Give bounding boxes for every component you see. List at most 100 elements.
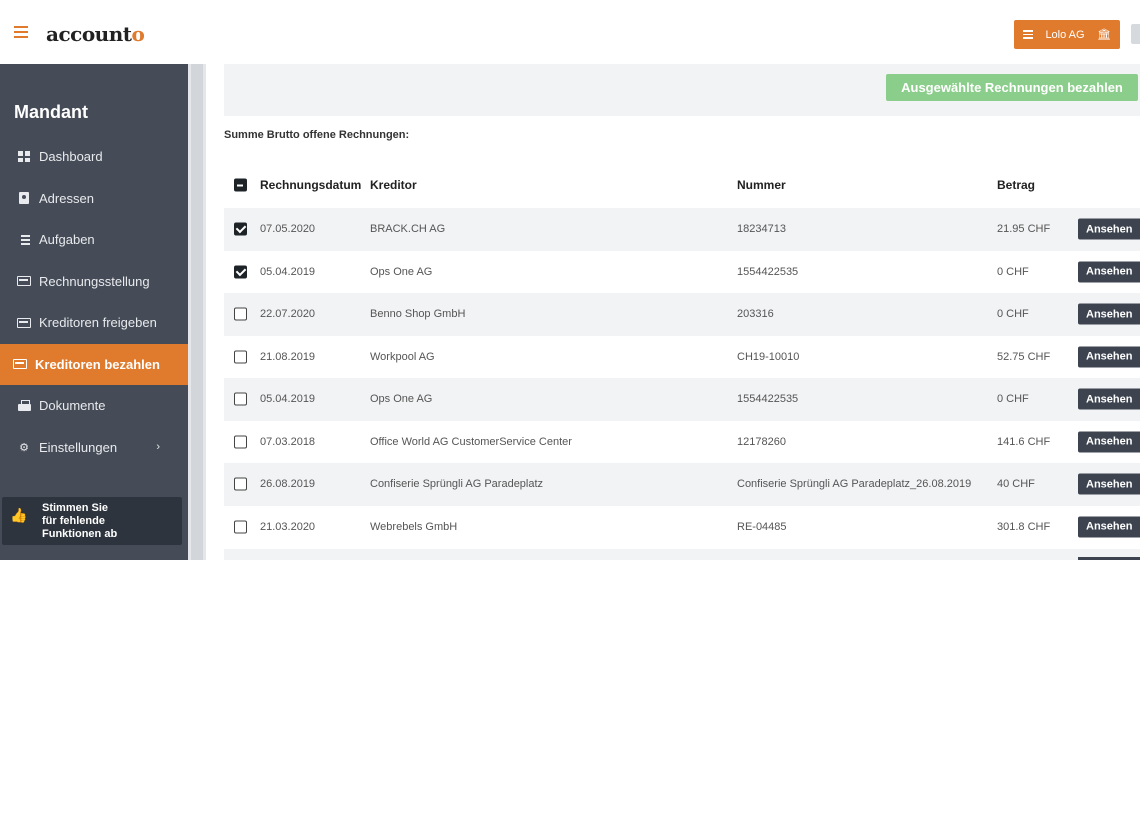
column-header-number[interactable]: Nummer <box>737 178 786 192</box>
app-logo[interactable]: accounto <box>46 22 145 46</box>
printer-icon <box>17 400 31 412</box>
invoice-date: 07.05.2020 <box>260 223 316 236</box>
creditor-name: Ops One AG <box>370 393 433 406</box>
invoice-icon <box>13 358 27 370</box>
sidebar-nav: Dashboard Adressen Aufgaben Rechnungsste… <box>0 136 188 468</box>
creditor-name: Benno Shop GmbH <box>370 308 466 321</box>
sidebar-item-label: Einstellungen <box>39 439 118 455</box>
sidebar-item-label: Rechnungsstellung <box>39 273 150 289</box>
table-row: 21.08.2019 Workpool AG CH19-10010 52.75 CHF… <box>224 336 1140 379</box>
view-button[interactable]: Ansehen <box>1078 303 1140 325</box>
invoice-date: 26.08.2019 <box>260 478 316 491</box>
view-button[interactable]: Ansehen <box>1078 516 1140 538</box>
gear-icon: ⚙ <box>19 441 29 454</box>
view-button[interactable]: Ansehen <box>1078 388 1140 410</box>
column-header-amount[interactable]: Betrag <box>997 178 1035 192</box>
invoice-date: 21.03.2020 <box>260 520 316 533</box>
sidebar-item-adressen[interactable]: Adressen <box>0 178 188 220</box>
sidebar-item-label: Aufgaben <box>39 232 95 248</box>
invoices-table: Rechnungsdatum Kreditor Nummer Betrag 07… <box>224 162 1140 548</box>
view-button-wrap: Ansehen <box>1078 473 1140 495</box>
invoice-amount: 141.6 CHF <box>997 435 1051 448</box>
view-button-wrap: Ansehen <box>1078 346 1140 368</box>
sidebar-item-label: Kreditoren bezahlen <box>35 356 160 372</box>
hamburger-menu-icon[interactable] <box>14 26 28 38</box>
view-button[interactable]: Ansehen <box>1078 473 1140 495</box>
pay-selected-invoices-button[interactable]: Ausgewählte Rechnungen bezahlen <box>886 74 1138 101</box>
invoice-number: 1554422535 <box>737 393 799 406</box>
table-row: 07.03.2018 Office World AG CustomerServic… <box>224 421 1140 464</box>
invoice-icon <box>17 317 31 329</box>
sidebar-title: Mandant <box>14 102 88 122</box>
creditor-name: Ops One AG <box>370 265 433 278</box>
creditor-name: BRACK.CH AG <box>370 223 446 236</box>
header-edge-button[interactable] <box>1131 24 1140 44</box>
row-checkbox[interactable] <box>234 392 247 406</box>
invoice-amount: 0 CHF <box>997 265 1029 278</box>
sidebar-scrollbar-thumb[interactable] <box>191 64 203 560</box>
column-header-creditor[interactable]: Kreditor <box>370 178 417 192</box>
creditor-name: Workpool AG <box>370 350 435 363</box>
chevron-right-icon: › <box>156 440 160 453</box>
table-row-partial <box>224 549 1140 560</box>
tenant-switcher-button[interactable]: Lolo AG 🏛 <box>1014 20 1120 49</box>
view-button-wrap: Ansehen <box>1078 218 1140 240</box>
invoice-number: 203316 <box>737 308 774 321</box>
row-checkbox[interactable] <box>234 435 247 449</box>
vote-text-line: für fehlende <box>42 515 105 527</box>
view-button[interactable]: Ansehen <box>1078 261 1140 283</box>
table-row: 07.05.2020 BRACK.CH AG 18234713 21.95 CHF An… <box>224 208 1140 251</box>
sidebar-item-kreditoren-bezahlen[interactable]: Kreditoren bezahlen <box>0 343 188 385</box>
row-checkbox[interactable] <box>234 520 247 534</box>
feature-vote-button[interactable]: 👍 Stimmen Sie für fehlende Funktionen ab <box>2 497 182 545</box>
view-button[interactable]: Ansehen <box>1078 218 1140 240</box>
view-button[interactable]: Ansehen <box>1078 346 1140 368</box>
tenant-label: Lolo AG <box>1045 28 1085 41</box>
creditor-name: Webrebels GmbH <box>370 520 458 533</box>
table-row: 05.04.2019 Ops One AG 1554422535 0 CHF Anseh… <box>224 378 1140 421</box>
row-checkbox[interactable] <box>234 477 247 491</box>
sidebar-item-rechnungsstellung[interactable]: Rechnungsstellung <box>0 261 188 303</box>
row-checkbox[interactable] <box>234 307 247 321</box>
sidebar-item-einstellungen[interactable]: ⚙ Einstellungen › <box>0 427 188 469</box>
sidebar-item-kreditoren-freigeben[interactable]: Kreditoren freigeben <box>0 302 188 344</box>
list-icon <box>1023 30 1033 39</box>
invoice-date: 05.04.2019 <box>260 265 316 278</box>
invoice-amount: 301.8 CHF <box>997 520 1051 533</box>
vote-text-line: Funktionen ab <box>42 528 118 540</box>
sidebar-item-dashboard[interactable]: Dashboard <box>0 136 188 178</box>
sidebar-item-label: Dashboard <box>39 149 103 165</box>
sidebar-item-label: Dokumente <box>39 398 106 414</box>
invoice-date: 07.03.2018 <box>260 435 316 448</box>
invoice-number: Confiserie Sprüngli AG Paradeplatz_26.08… <box>737 478 972 491</box>
column-header-date[interactable]: Rechnungsdatum <box>260 178 361 192</box>
invoice-number: RE-04485 <box>737 520 787 533</box>
invoice-number: 1554422535 <box>737 265 799 278</box>
invoice-amount: 40 CHF <box>997 478 1035 491</box>
address-book-icon <box>17 192 31 205</box>
vote-text-line: Stimmen Sie <box>42 502 109 514</box>
invoice-date: 05.04.2019 <box>260 393 316 406</box>
thumbs-up-icon: 👍 <box>10 507 28 523</box>
sidebar-item-aufgaben[interactable]: Aufgaben <box>0 219 188 261</box>
table-body: 07.05.2020 BRACK.CH AG 18234713 21.95 CHF An… <box>224 208 1140 548</box>
table-row: 05.04.2019 Ops One AG 1554422535 0 CHF Anseh… <box>224 251 1140 294</box>
sidebar-item-dokumente[interactable]: Dokumente <box>0 385 188 427</box>
view-button[interactable]: Ansehen <box>1078 431 1140 453</box>
invoice-amount: 52.75 CHF <box>997 350 1051 363</box>
main-content: Ausgewählte Rechnungen bezahlen Summe Br… <box>224 64 1140 560</box>
invoice-number: 18234713 <box>737 223 786 236</box>
gross-sum-label: Summe Brutto offene Rechnungen: <box>224 129 410 141</box>
row-checkbox[interactable] <box>234 350 247 364</box>
view-button-wrap: Ansehen <box>1078 303 1140 325</box>
view-button-partial[interactable] <box>1078 557 1140 560</box>
logo-accent: o <box>131 22 145 46</box>
table-row: 21.03.2020 Webrebels GmbH RE-04485 301.8 CH… <box>224 506 1140 549</box>
row-checkbox[interactable] <box>234 265 247 279</box>
bank-icon: 🏛 <box>1097 29 1111 41</box>
row-checkbox[interactable] <box>234 222 247 236</box>
action-bar: Ausgewählte Rechnungen bezahlen <box>224 64 1140 116</box>
logo-text: account <box>46 22 132 46</box>
select-all-checkbox[interactable] <box>234 178 247 192</box>
creditor-name: Office World AG CustomerService Center <box>370 435 572 448</box>
